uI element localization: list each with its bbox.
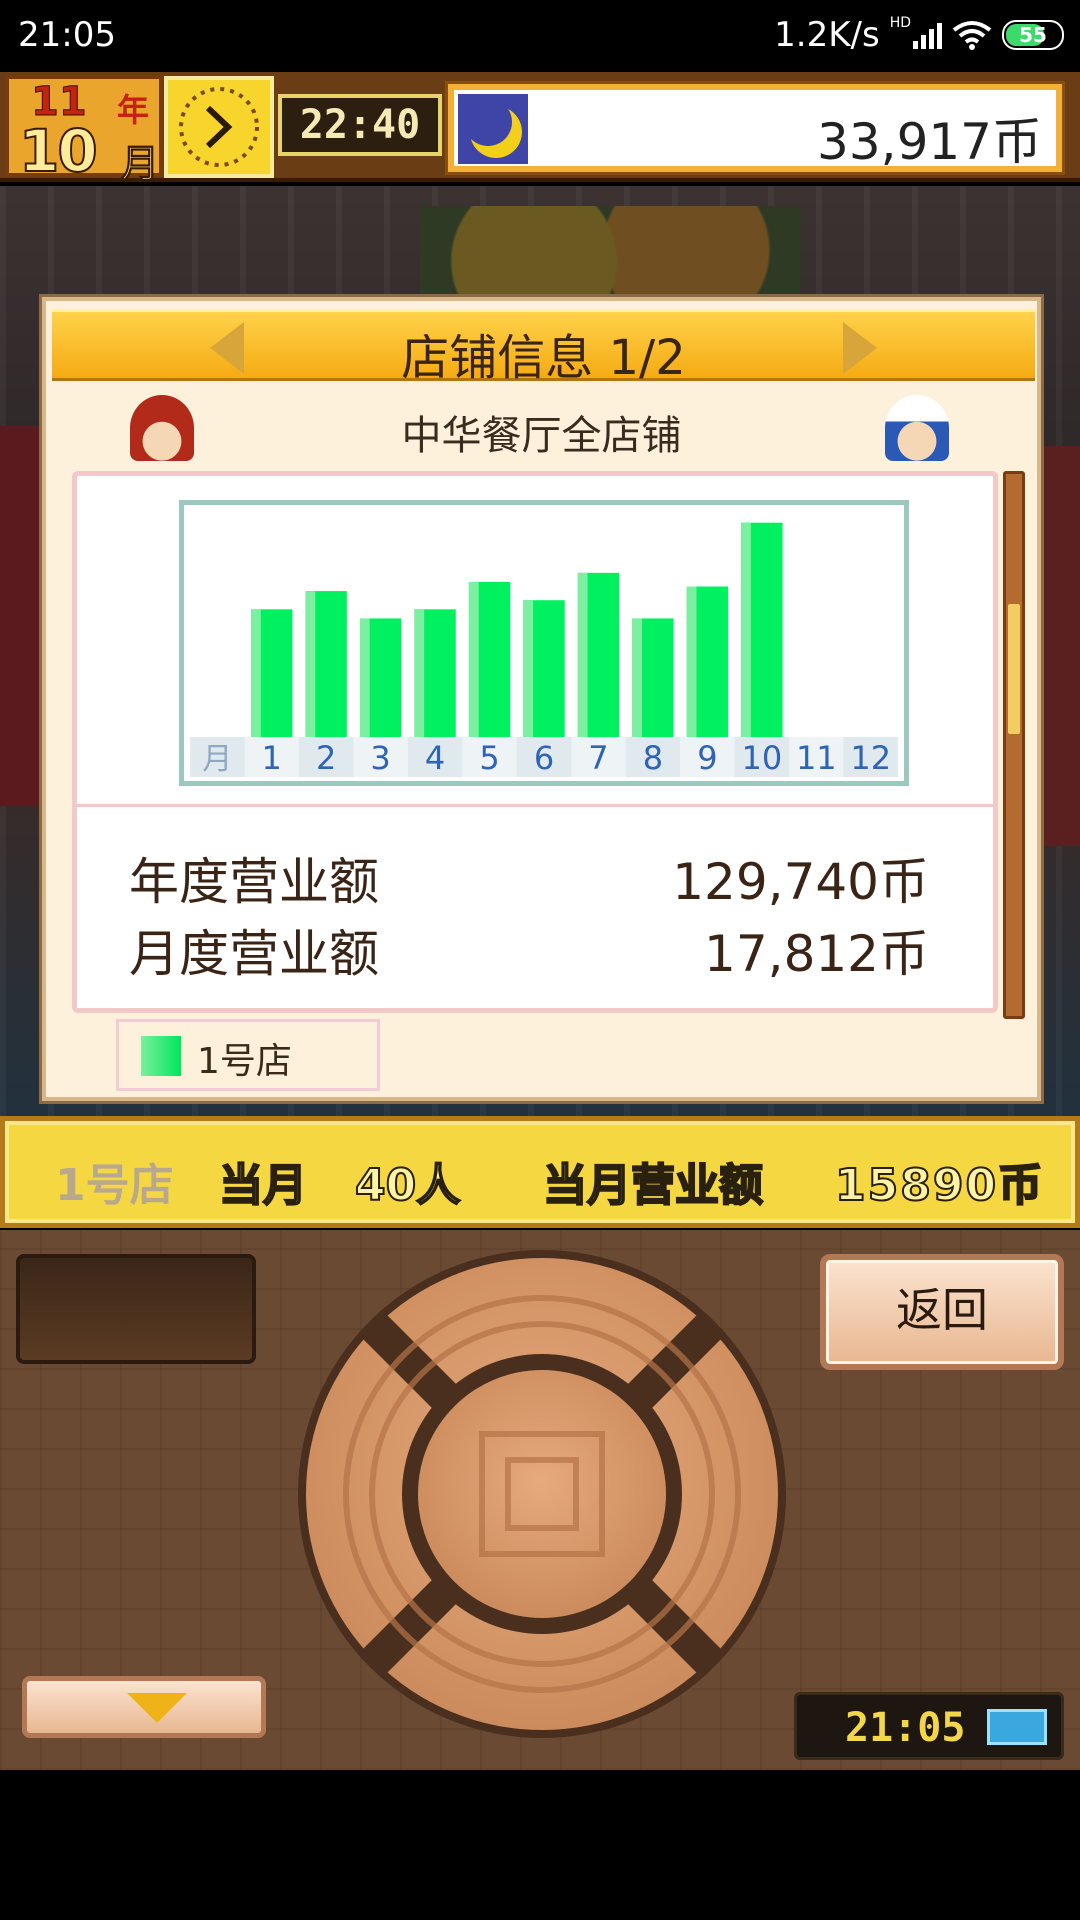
monthly-sales-amount: 15890币 — [834, 1159, 1045, 1212]
monthly-sales-chart: 月 1 2 3 4 5 6 7 8 9 10 11 12 — [179, 500, 909, 786]
divider — [77, 804, 993, 807]
x-tick-label-2: 2 — [316, 739, 336, 777]
bar-highlight-9 — [686, 586, 697, 737]
x-tick-label-6: 6 — [534, 739, 554, 777]
signal-icon — [913, 21, 942, 49]
wall-left — [0, 426, 46, 806]
monthly-sales-row: 月度营业额 17,812币 — [129, 914, 929, 983]
wifi-icon — [952, 21, 992, 50]
status-bar: 21:05 1.2K/s HD 55 — [0, 0, 1080, 72]
control-panel: 返回 21:05 — [0, 1230, 1080, 1770]
legend-label: 1号店 — [197, 1041, 292, 1082]
monthly-sales-label: 月度营业额 — [129, 925, 379, 983]
bar-highlight-3 — [359, 618, 370, 737]
empty-slot-button[interactable] — [16, 1254, 256, 1364]
x-tick-label-11: 11 — [796, 739, 837, 777]
annual-sales-value: 129,740币 — [672, 853, 929, 911]
store-info-panel: 店铺信息 1/2 中华餐厅全店铺 月 1 2 3 4 5 6 7 8 9 10 11 12 年度营业额 … — [42, 297, 1041, 1101]
scrollbar-thumb[interactable] — [1008, 604, 1020, 734]
wall-right — [1044, 446, 1080, 846]
menu-down-button[interactable] — [22, 1676, 266, 1738]
year-label: 年 — [117, 91, 150, 129]
store-name: 1号店 — [55, 1160, 174, 1211]
store-status-bar: 1号店 当月 40人 当月营业额 15890币 — [0, 1116, 1080, 1228]
annual-sales-row: 年度营业额 129,740币 — [129, 842, 929, 911]
battery-level: 55 — [1019, 23, 1047, 47]
game-date: 11 年 10 月 — [6, 76, 162, 187]
x-axis-prefix: 月 — [202, 742, 232, 777]
hd-indicator: HD — [889, 15, 911, 31]
legend-swatch — [141, 1036, 181, 1076]
bar-highlight-8 — [632, 618, 643, 737]
clock-icon — [179, 87, 259, 167]
game-time: 22:40 — [278, 94, 442, 156]
monthly-sales-label-bar: 当月营业额 — [542, 1159, 764, 1212]
x-tick-label-3: 3 — [370, 739, 390, 777]
month-number: 10 — [18, 116, 99, 186]
bar-highlight-5 — [468, 581, 479, 737]
bar-highlight-10 — [741, 522, 751, 737]
charging-battery-icon — [987, 1709, 1047, 1745]
device-clock-time: 21:05 — [845, 1705, 966, 1751]
chart-legend: 1号店 — [116, 1019, 380, 1091]
x-tick-label-7: 7 — [588, 739, 608, 777]
status-time: 21:05 — [18, 15, 116, 55]
moon-icon — [458, 94, 528, 164]
x-tick-label-9: 9 — [697, 739, 717, 777]
money-display: 33,917币 — [445, 81, 1065, 175]
bar-highlight-2 — [305, 591, 316, 737]
month-label: 月 — [120, 142, 160, 187]
panel-title: 店铺信息 1/2 — [401, 330, 686, 386]
chef-avatar — [885, 395, 949, 461]
x-tick-label-5: 5 — [479, 739, 499, 777]
x-tick-label-1: 1 — [262, 739, 282, 777]
stats-card: 月 1 2 3 4 5 6 7 8 9 10 11 12 年度营业额 129,740币 月度营业额 17… — [72, 471, 998, 1013]
back-button[interactable]: 返回 — [820, 1254, 1064, 1370]
bar-highlight-1 — [250, 609, 261, 737]
panel-header: 店铺信息 1/2 — [52, 309, 1035, 386]
monthly-sales-value: 17,812币 — [704, 925, 929, 983]
dpad[interactable] — [296, 1248, 788, 1740]
month-label: 当月 — [218, 1159, 308, 1212]
top-hud: 11 年 10 月 22:40 33,917币 — [0, 72, 1080, 187]
game-screen: 21:05 1.2K/s HD 55 11 年 10 月 22:40 33,91… — [0, 0, 1080, 1920]
x-tick-label-12: 12 — [850, 739, 891, 777]
next-page-arrow-icon[interactable] — [843, 322, 877, 374]
bar-highlight-6 — [523, 600, 534, 737]
chevron-down-icon — [127, 1693, 187, 1723]
scrollbar[interactable] — [1003, 471, 1025, 1019]
customer-count: 40人 — [354, 1159, 461, 1212]
bar-chart-svg: 月 1 2 3 4 5 6 7 8 9 10 11 12 — [190, 522, 898, 777]
annual-sales-label: 年度营业额 — [129, 853, 379, 911]
device-clock: 21:05 — [794, 1692, 1064, 1760]
x-tick-label-4: 4 — [425, 739, 445, 777]
x-tick-label-8: 8 — [643, 739, 663, 777]
bottom-letterbox — [0, 1770, 1080, 1920]
battery-icon: 55 — [1002, 20, 1064, 50]
money-value: 33,917币 — [817, 113, 1042, 171]
bar-highlight-4 — [414, 609, 425, 737]
speed-clock-button[interactable] — [164, 76, 274, 178]
x-tick-label-10: 10 — [741, 739, 782, 777]
network-speed: 1.2K/s — [774, 15, 880, 55]
bar-highlight-7 — [577, 572, 588, 737]
